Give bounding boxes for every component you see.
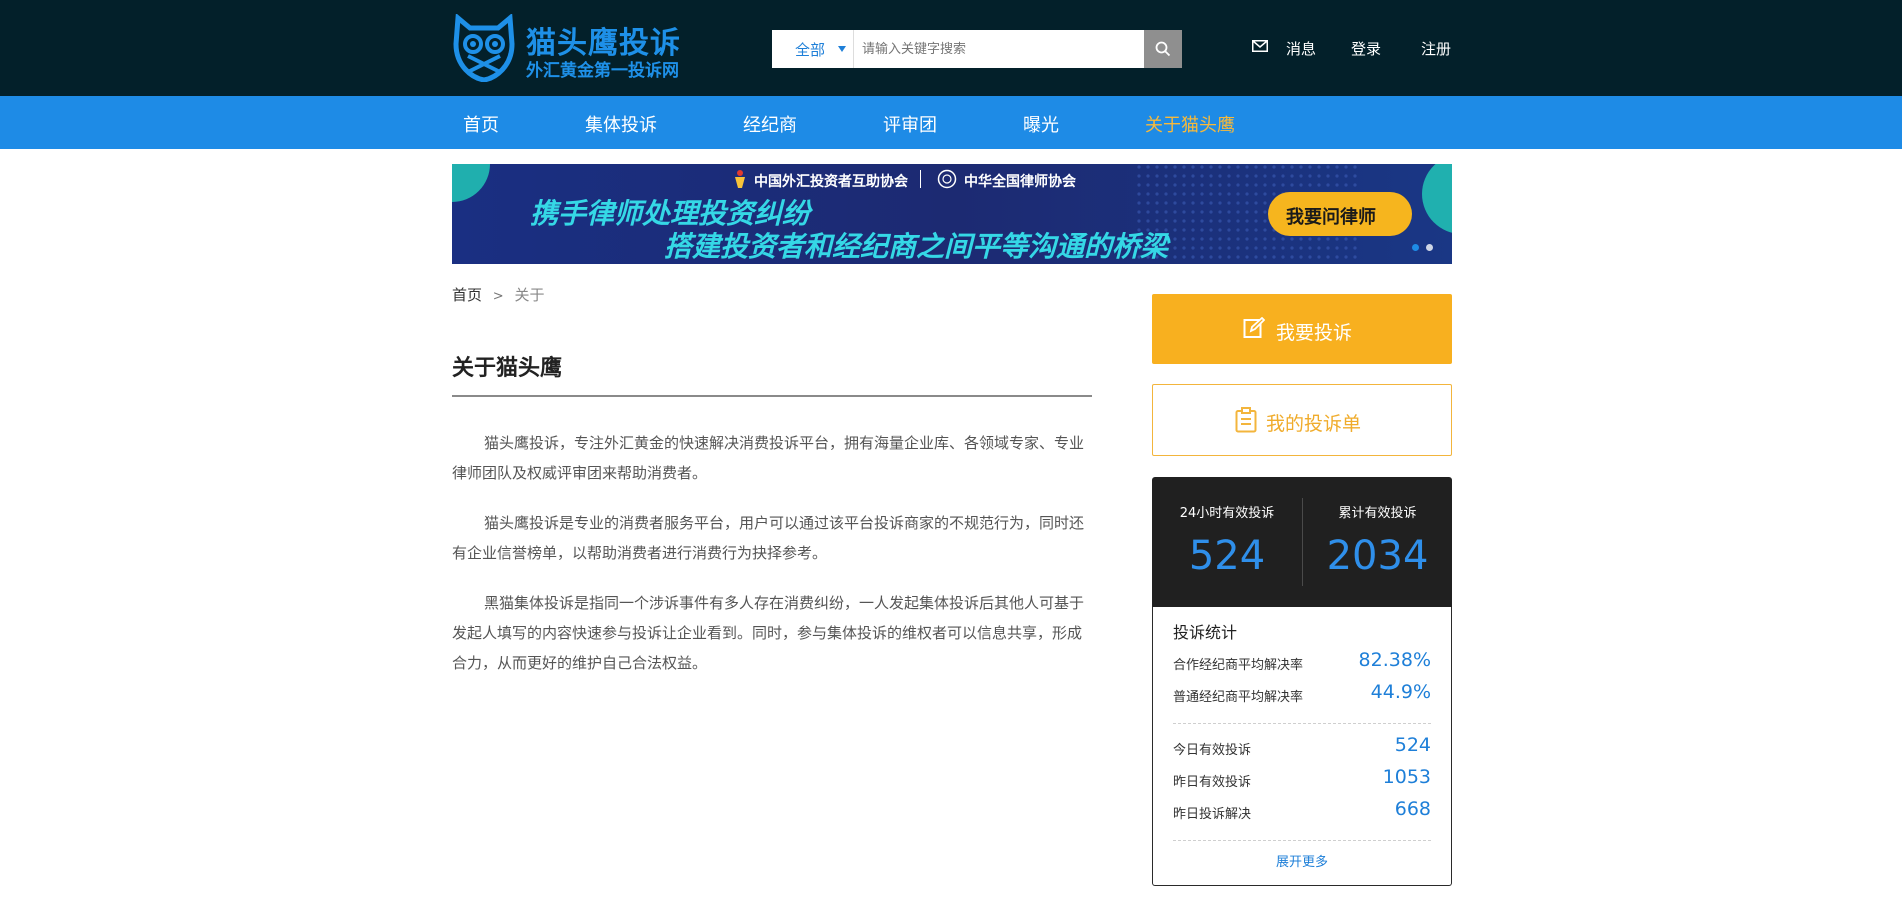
banner-divider (920, 170, 921, 188)
lawyers-association-icon (937, 169, 957, 189)
banner-org2: 中华全国律师协会 (964, 174, 1076, 190)
mail-icon[interactable] (1252, 40, 1268, 52)
messages-link[interactable]: 消息 (1286, 38, 1316, 59)
title-divider (452, 395, 1092, 397)
stats-row-label: 普通经纪商平均解决率 (1173, 690, 1304, 705)
search-category-select[interactable]: 全部 (772, 30, 854, 68)
site-logo[interactable]: 猫头鹰投诉 外汇黄金第一投诉网 (452, 14, 692, 84)
main-nav: 首页 集体投诉 经纪商 评审团 曝光 关于猫头鹰 (0, 96, 1902, 149)
nav-item-exposure[interactable]: 曝光 (1023, 111, 1059, 137)
register-link[interactable]: 注册 (1421, 38, 1451, 59)
login-link[interactable]: 登录 (1351, 38, 1381, 59)
promo-banner[interactable]: 中国外汇投资者互助协会 中华全国律师协会 携手律师处理投资纠纷 搭建投资者和经纪… (452, 164, 1452, 264)
edit-icon (1243, 317, 1265, 338)
breadcrumb: 首页 > 关于 (452, 284, 545, 305)
nav-item-home[interactable]: 首页 (463, 111, 499, 137)
breadcrumb-home[interactable]: 首页 (452, 286, 482, 304)
ask-lawyer-label: 我要问律师 (1286, 207, 1376, 228)
chevron-down-icon (838, 46, 846, 52)
stats-row: 今日有效投诉 524 (1173, 734, 1431, 764)
stats-row: 昨日投诉解决 668 (1173, 798, 1431, 828)
stats-divider-dashed (1173, 723, 1431, 724)
article-paragraph-3: 黑猫集体投诉是指同一个涉诉事件有多人存在消费纠纷，一人发起集体投诉后其他人可基于… (452, 594, 1085, 672)
stats-24h-label: 24小时有效投诉 (1179, 506, 1275, 521)
stats-row-label: 昨日有效投诉 (1173, 775, 1252, 790)
stats-row-value: 668 (1394, 798, 1431, 820)
search-category-label: 全部 (795, 41, 826, 59)
stats-row-value: 44.9% (1370, 681, 1431, 703)
stats-row: 合作经纪商平均解决率 82.38% (1173, 649, 1431, 679)
article-paragraph-2: 猫头鹰投诉是专业的消费者服务平台，用户可以通过该平台投诉商家的不规范行为，同时还… (452, 514, 1085, 562)
stats-divider-dashed (1173, 840, 1431, 841)
my-complaints-label: 我的投诉单 (1266, 413, 1362, 435)
page-title: 关于猫头鹰 (452, 356, 563, 381)
nav-item-jury[interactable]: 评审团 (883, 111, 937, 137)
nav-item-brokers[interactable]: 经纪商 (743, 111, 797, 137)
stats-total-value: 2034 (1326, 533, 1429, 579)
clipboard-icon (1235, 407, 1257, 433)
complain-label: 我要投诉 (1276, 322, 1353, 344)
complaint-statistics-panel: 投诉统计 合作经纪商平均解决率 82.38% 普通经纪商平均解决率 44.9% … (1152, 607, 1452, 886)
my-complaints-button[interactable]: 我的投诉单 (1152, 384, 1452, 456)
expand-more-link[interactable]: 展开更多 (1153, 851, 1451, 870)
search-input[interactable] (862, 30, 1092, 68)
stats-row-value: 1053 (1382, 766, 1431, 788)
stats-row-value: 524 (1394, 734, 1431, 756)
search-button[interactable] (1144, 30, 1182, 68)
article-paragraph-1: 猫头鹰投诉，专注外汇黄金的快速解决消费投诉平台，拥有海量企业库、各领域专家、专业… (452, 434, 1085, 482)
stats-24h-value: 524 (1188, 533, 1266, 579)
stats-title: 投诉统计 (1173, 623, 1238, 642)
carousel-dot-1[interactable] (1412, 244, 1419, 251)
logo-subtitle: 外汇黄金第一投诉网 (526, 61, 679, 81)
complain-button[interactable]: 我要投诉 (1152, 294, 1452, 364)
complaint-counter-panel: 24小时有效投诉 524 累计有效投诉 2034 (1152, 477, 1452, 607)
breadcrumb-current: 关于 (514, 286, 545, 304)
stats-row: 普通经纪商平均解决率 44.9% (1173, 681, 1431, 711)
breadcrumb-separator: > (492, 289, 504, 304)
stats-row-label: 昨日投诉解决 (1173, 807, 1252, 822)
carousel-dot-2[interactable] (1426, 244, 1433, 251)
stats-row: 昨日有效投诉 1053 (1173, 766, 1431, 796)
stats-row-label: 今日有效投诉 (1173, 743, 1252, 758)
owl-logo-icon (453, 14, 515, 82)
stats-row-label: 合作经纪商平均解决率 (1173, 658, 1304, 673)
stats-row-value: 82.38% (1358, 649, 1431, 671)
association-emblem-icon (735, 170, 745, 188)
search-bar: 全部 (772, 30, 1182, 68)
top-header: 猫头鹰投诉 外汇黄金第一投诉网 全部 消息 登录 注册 (0, 0, 1902, 96)
search-icon (1155, 41, 1171, 57)
banner-org1: 中国外汇投资者互助协会 (754, 174, 908, 190)
banner-headline-2: 搭建投资者和经纪商之间平等沟通的桥梁 (664, 230, 1169, 263)
nav-item-group-complaint[interactable]: 集体投诉 (585, 111, 657, 137)
nav-item-about[interactable]: 关于猫头鹰 (1145, 111, 1235, 137)
stats-total-label: 累计有效投诉 (1338, 506, 1417, 521)
ask-lawyer-button[interactable]: 我要问律师 (1268, 192, 1412, 236)
